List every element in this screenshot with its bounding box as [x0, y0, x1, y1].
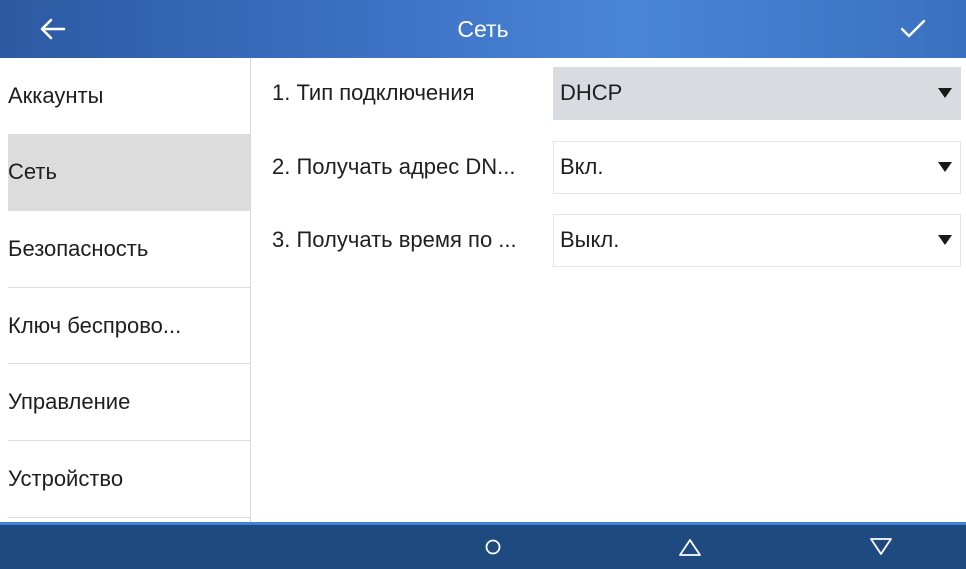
triangle-down-icon	[870, 538, 892, 555]
dropdown-arrow-icon	[938, 234, 952, 245]
top-bar: Сеть	[0, 0, 966, 58]
setting-row-connection-type: 1. Тип подключения DHCP	[252, 66, 966, 120]
triangle-up-icon	[679, 539, 701, 556]
select-value: Вкл.	[560, 154, 604, 179]
time-source-select[interactable]: Выкл.	[553, 213, 961, 267]
sidebar-item-wireless-key[interactable]: Ключ беспрово...	[8, 288, 250, 365]
home-button[interactable]	[473, 525, 513, 569]
scroll-up-button[interactable]	[670, 525, 710, 569]
sidebar-item-label: Аккаунты	[8, 82, 104, 108]
sidebar-item-label: Управление	[8, 389, 131, 415]
page-title: Сеть	[457, 15, 509, 42]
sidebar-item-label: Сеть	[8, 159, 57, 185]
sidebar-item-label: Ключ беспрово...	[8, 312, 182, 338]
sidebar-item-accounts[interactable]: Аккаунты	[8, 58, 250, 135]
sidebar-item-security[interactable]: Безопасность	[8, 211, 250, 288]
sidebar-item-network[interactable]: Сеть	[8, 134, 250, 212]
dropdown-arrow-icon	[938, 161, 952, 172]
setting-row-time-source: 3. Получать время по ... Выкл.	[252, 213, 966, 267]
sidebar-item-label: Устройство	[8, 465, 124, 491]
settings-sidebar: Аккаунты Сеть Безопасность Ключ беспрово…	[8, 58, 251, 522]
confirm-button[interactable]	[898, 14, 928, 44]
setting-label: 3. Получать время по ...	[272, 227, 517, 252]
setting-row-dns-address: 2. Получать адрес DN... Вкл.	[252, 140, 966, 194]
sidebar-item-management[interactable]: Управление	[8, 364, 250, 441]
checkmark-icon	[900, 19, 926, 38]
bottom-nav-bar	[0, 522, 966, 569]
sidebar-item-device[interactable]: Устройство	[8, 441, 250, 518]
circle-home-icon	[485, 539, 501, 555]
setting-label: 1. Тип подключения	[272, 80, 475, 105]
select-value: Выкл.	[560, 227, 620, 252]
connection-type-select[interactable]: DHCP	[553, 66, 961, 120]
sidebar-item-label: Безопасность	[8, 235, 149, 261]
scroll-down-button[interactable]	[861, 525, 901, 569]
setting-label: 2. Получать адрес DN...	[272, 154, 516, 179]
select-value: DHCP	[560, 80, 623, 105]
network-settings-panel: 1. Тип подключения DHCP 2. Получать адре…	[252, 58, 966, 522]
dropdown-arrow-icon	[938, 87, 952, 98]
dns-address-select[interactable]: Вкл.	[553, 140, 961, 194]
